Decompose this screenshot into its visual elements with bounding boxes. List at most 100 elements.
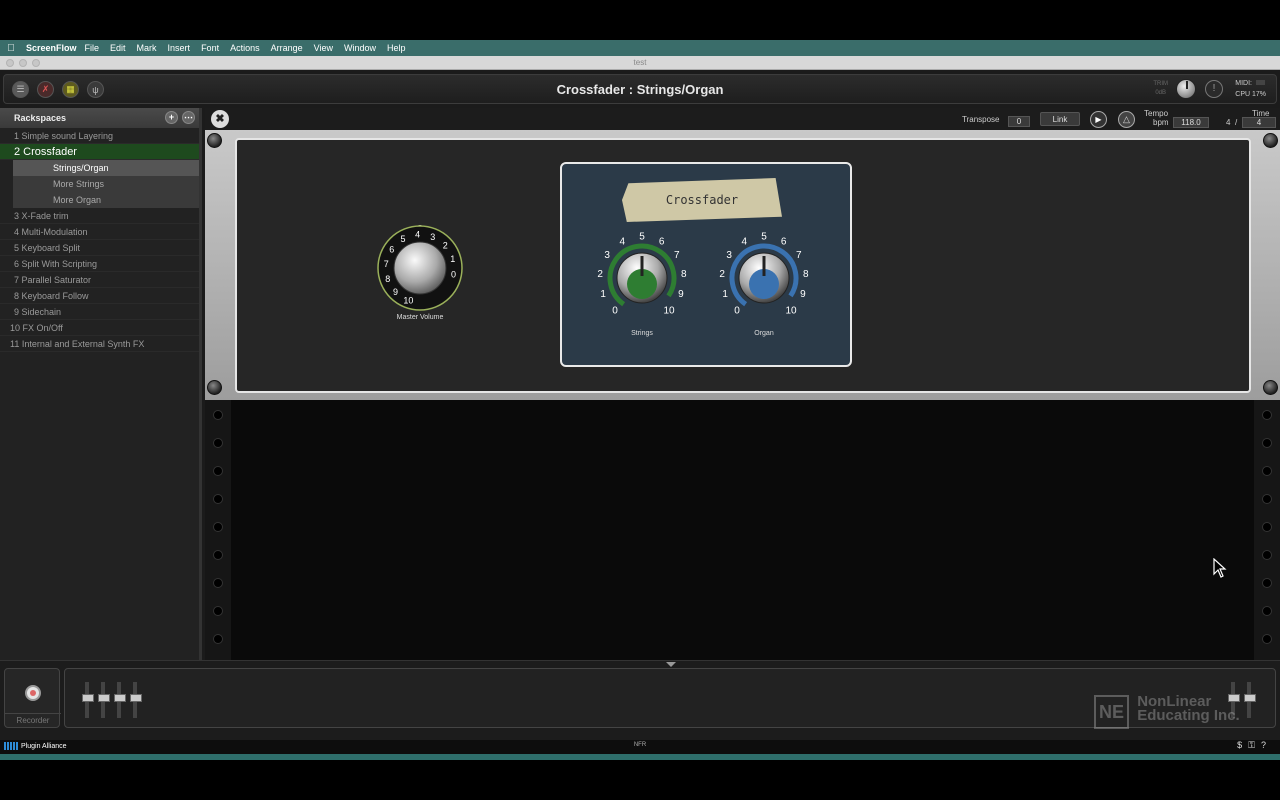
crossfader-box: Crossfader 0 1 2 3 4 5 6 7 8 9 10 String…	[560, 162, 852, 367]
help-icon[interactable]: ?	[1261, 740, 1272, 750]
rail-hole	[213, 578, 223, 588]
rail-hole	[213, 550, 223, 560]
master-volume-knob[interactable]: 0 1234567 89 10	[377, 225, 463, 311]
play-icon[interactable]: ▶	[1090, 111, 1107, 128]
input-fader[interactable]	[114, 682, 126, 718]
rackspaces-header: Rackspaces + ⋯	[0, 108, 199, 128]
strings-tick-label: 3	[604, 250, 610, 261]
bpm-label: bpm	[1153, 118, 1169, 127]
window-titlebar: test	[0, 56, 1280, 70]
menu-actions[interactable]: Actions	[230, 43, 260, 53]
input-fader[interactable]	[98, 682, 110, 718]
more-options-button[interactable]: ⋯	[182, 111, 195, 124]
variation-item-selected[interactable]: Strings/Organ	[13, 160, 199, 176]
strings-tick-label: 8	[681, 269, 687, 280]
mouse-cursor-icon	[1213, 558, 1227, 578]
rackspace-item[interactable]: 3 X-Fade trim	[0, 208, 199, 224]
nfr-label: NFR	[633, 742, 647, 748]
midi-label: MIDI:	[1235, 80, 1252, 87]
menu-edit[interactable]: Edit	[110, 43, 126, 53]
rail-hole	[1262, 606, 1272, 616]
organ-tick-label: 3	[726, 250, 732, 261]
strings-label: Strings	[631, 330, 653, 337]
strings-tick-label: 4	[620, 236, 626, 247]
dock-strip	[0, 754, 1280, 760]
collapse-panel-icon[interactable]	[666, 662, 676, 667]
variation-item[interactable]: More Strings	[13, 176, 199, 192]
menu-insert[interactable]: Insert	[168, 43, 191, 53]
watermark-line2: Educating Inc.	[1137, 707, 1240, 724]
menu-font[interactable]: Font	[201, 43, 219, 53]
rackspace-item[interactable]: 6 Split With Scripting	[0, 256, 199, 272]
output-fader[interactable]	[1244, 682, 1256, 718]
rail-hole	[1262, 634, 1272, 644]
crossfader-title: Crossfader	[622, 178, 782, 222]
recorder-box: Recorder	[4, 668, 61, 728]
key-icon[interactable]: ⚿	[1248, 740, 1261, 750]
rackspace-item[interactable]: 11 Internal and External Synth FX	[0, 336, 199, 352]
rackspace-item[interactable]: 8 Keyboard Follow	[0, 288, 199, 304]
rackspace-panel: 0 1 2 3 4 5 6 7 8 9 10 Master Volume Cro…	[235, 138, 1251, 393]
rail-hole	[1262, 550, 1272, 560]
panic-icon[interactable]: !	[1205, 80, 1223, 98]
master-tick-label: 2	[443, 241, 448, 251]
organ-tick-label: 4	[742, 236, 748, 247]
status-bar: Plugin Alliance NFR $⚿?	[0, 740, 1280, 754]
edit-tools-icon[interactable]: ✖	[211, 110, 229, 128]
organ-tick-label: 2	[719, 269, 725, 280]
record-button[interactable]	[25, 685, 41, 701]
screen:  ScreenFlow File Edit Mark Insert Font …	[0, 0, 1280, 800]
transpose-value[interactable]: 0	[1008, 116, 1030, 127]
rail-hole	[213, 466, 223, 476]
strings-tick-label: 6	[659, 236, 665, 247]
rail-hole	[1262, 438, 1272, 448]
trim-unit: 0dB	[1155, 90, 1166, 96]
strings-knob[interactable]: 01 234 5 678 910	[596, 232, 688, 324]
time-sig-denominator[interactable]: 4	[1242, 117, 1276, 128]
midi-activity-indicator	[1256, 80, 1265, 85]
rail-hole	[213, 522, 223, 532]
rackspace-item[interactable]: 9 Sidechain	[0, 304, 199, 320]
system-status: MIDI: CPU 17%	[1235, 78, 1266, 100]
organ-tick-label: 0	[734, 306, 740, 317]
menu-app-name[interactable]: ScreenFlow	[26, 43, 77, 53]
rackspace-item[interactable]: 4 Multi-Modulation	[0, 224, 199, 240]
organ-tick-label: 8	[803, 269, 809, 280]
master-tick-label: 5	[400, 234, 405, 244]
window-title: test	[633, 58, 647, 67]
rackspace-item[interactable]: 5 Keyboard Split	[0, 240, 199, 256]
link-button[interactable]: Link	[1040, 112, 1080, 126]
organ-knob[interactable]: 01 234 5 678 910	[718, 232, 810, 324]
metronome-icon[interactable]: △	[1118, 111, 1135, 128]
apple-icon[interactable]: 	[2, 43, 20, 54]
rackspace-item[interactable]: 7 Parallel Saturator	[0, 272, 199, 288]
rack-panel: 0 1 2 3 4 5 6 7 8 9 10 Master Volume Cro…	[205, 130, 1280, 400]
input-fader[interactable]	[82, 682, 94, 718]
master-tick-label: 4	[415, 230, 420, 240]
rack-toolbar: ✖ Transpose 0 Link ▶ △ Tempo bpm 118.0 T…	[205, 108, 1280, 130]
input-fader[interactable]	[130, 682, 142, 718]
menu-help[interactable]: Help	[387, 43, 406, 53]
menu-mark[interactable]: Mark	[137, 43, 157, 53]
menu-arrange[interactable]: Arrange	[271, 43, 303, 53]
screw-icon	[207, 133, 222, 148]
tempo-value[interactable]: 118.0	[1173, 117, 1209, 128]
top-bar: ☰ ✗ ▦ ψ Crossfader : Strings/Organ TRIM …	[3, 74, 1277, 104]
master-tick-label: 1	[450, 254, 455, 264]
rail-hole	[213, 494, 223, 504]
add-rackspace-button[interactable]: +	[165, 111, 178, 124]
rackspace-item[interactable]: 10 FX On/Off	[0, 320, 199, 336]
organ-tick-label: 9	[800, 289, 806, 300]
rail-hole	[213, 634, 223, 644]
rackspace-item-selected[interactable]: 2 Crossfader	[0, 144, 199, 160]
menu-file[interactable]: File	[85, 43, 100, 53]
menu-window[interactable]: Window	[344, 43, 376, 53]
menu-view[interactable]: View	[314, 43, 333, 53]
strings-tick-label: 7	[674, 250, 680, 261]
time-sig-numerator[interactable]: 4	[1226, 118, 1230, 127]
variation-item[interactable]: More Organ	[13, 192, 199, 208]
rack-area: 0 1 2 3 4 5 6 7 8 9 10 Master Volume Cro…	[205, 130, 1280, 660]
purchase-icon[interactable]: $	[1237, 740, 1248, 750]
rackspace-item[interactable]: 1 Simple sound Layering	[0, 128, 199, 144]
global-trim-knob[interactable]	[1176, 79, 1196, 99]
